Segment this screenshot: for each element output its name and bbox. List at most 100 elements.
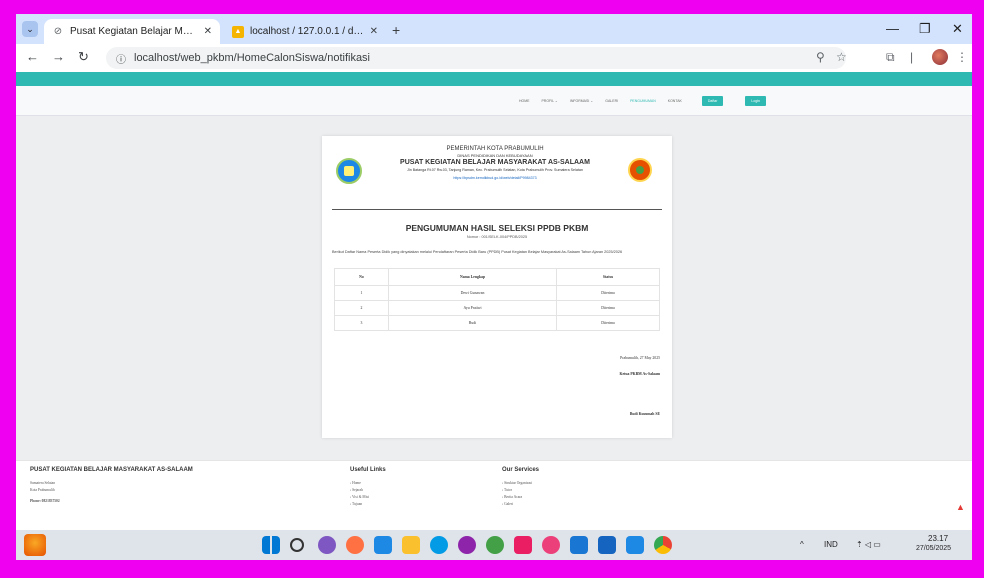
language-indicator[interactable]: IND: [824, 540, 838, 549]
site-info-icon[interactable]: ⓘ: [116, 51, 126, 66]
header-nama: Nama Lengkap: [388, 268, 557, 286]
close-window-button[interactable]: ✕: [952, 21, 963, 37]
nav-informasi[interactable]: INFORMASI ⌄: [570, 99, 593, 103]
city-logo: [336, 158, 362, 184]
footer-link-tujuan[interactable]: › Tujuan: [350, 502, 362, 506]
scroll-to-top-icon[interactable]: ▲: [956, 502, 965, 512]
announcement-document: PEMERINTAH KOTA PRABUMULIH DINAS PENDIDI…: [322, 136, 672, 438]
cell-status: Diterima: [556, 300, 660, 316]
site-navbar: HOME PROFIL ⌄ INFORMASI ⌄ GALERI PENGUMU…: [16, 86, 972, 116]
pkbm-logo: [628, 158, 652, 182]
nav-profil[interactable]: PROFIL ⌄: [541, 99, 557, 103]
extensions-icon[interactable]: ⧉: [886, 50, 895, 65]
app-icon[interactable]: [458, 536, 476, 554]
app-icon[interactable]: [514, 536, 532, 554]
minimize-button[interactable]: —: [886, 21, 899, 36]
forward-arrow-icon[interactable]: →: [52, 49, 65, 64]
tab-strip: ⌄ ⊘ Pusat Kegiatan Belajar Masyara ✕ ▲ l…: [16, 14, 972, 44]
visual-studio-icon[interactable]: [598, 536, 616, 554]
header-no: No: [334, 268, 389, 286]
letterhead-text: PEMERINTAH KOTA PRABUMULIH DINAS PENDIDI…: [372, 146, 618, 180]
cell-nama: Budi: [388, 315, 557, 331]
clock-date[interactable]: 27/05/2025: [916, 545, 951, 552]
close-tab-icon[interactable]: ✕: [370, 26, 378, 37]
tab-phpmyadmin[interactable]: ▲ localhost / 127.0.0.1 / db_pkbm ✕: [224, 19, 386, 44]
browser-toolbar: ← → ↻ ⓘ localhost/web_pkbm/HomeCalonSisw…: [16, 44, 972, 72]
firefox-icon[interactable]: [346, 536, 364, 554]
signature-title: Ketua PKBM As-Salaam: [619, 372, 661, 376]
profile-avatar[interactable]: [932, 49, 948, 65]
tab-title: localhost / 127.0.0.1 / db_pkbm: [250, 26, 364, 37]
document-intro: Berikut Daftar Nama Peserta Didik yang d…: [332, 250, 623, 254]
bookmark-star-icon[interactable]: ☆: [836, 50, 847, 64]
footer-service[interactable]: › Berita Acara: [502, 495, 522, 499]
letterhead: PEMERINTAH KOTA PRABUMULIH DINAS PENDIDI…: [332, 136, 662, 210]
kop-line-2: DINAS PENDIDIKAN DAN KEBUDAYAAN: [457, 153, 533, 158]
table-header-row: No Nama Lengkap Status: [334, 268, 660, 286]
app-icon[interactable]: [542, 536, 560, 554]
edge-icon[interactable]: [430, 536, 448, 554]
windows-taskbar: ^ IND ⇡ ◁ ▭ 23.17 27/05/2025: [16, 530, 972, 560]
table-row: 1 Dewi Gunawan Diterima: [334, 285, 660, 301]
signature-name: Budi Kusumah SE: [629, 412, 660, 416]
footer-service[interactable]: › Tutor: [502, 488, 512, 492]
back-arrow-icon[interactable]: ←: [26, 49, 39, 64]
cell-no: 1: [334, 285, 389, 301]
tab-pkbm[interactable]: ⊘ Pusat Kegiatan Belajar Masyara ✕: [44, 19, 220, 44]
header-status: Status: [556, 268, 660, 286]
zoom-icon[interactable]: ⚲: [816, 50, 825, 64]
new-tab-button[interactable]: +: [392, 22, 400, 38]
cell-status: Diterima: [556, 315, 660, 331]
results-table: No Nama Lengkap Status 1 Dewi Gunawan Di…: [334, 268, 660, 331]
file-explorer-icon[interactable]: [402, 536, 420, 554]
login-button[interactable]: Login: [745, 95, 766, 106]
tray-chevron-icon[interactable]: ^: [800, 540, 804, 549]
web-page: HOME PROFIL ⌄ INFORMASI ⌄ GALERI PENGUMU…: [16, 72, 972, 530]
nav-pengumuman[interactable]: PENGUMUMAN: [630, 99, 656, 103]
footer-link-sejarah[interactable]: › Sejarah: [350, 488, 363, 492]
search-icon[interactable]: [290, 538, 304, 552]
globe-icon: ⊘: [53, 25, 63, 37]
services-title: Our Services: [502, 467, 540, 473]
notepad-icon[interactable]: [626, 536, 644, 554]
word-icon[interactable]: [374, 536, 392, 554]
kop-line-3: PUSAT KEGIATAN BELAJAR MASYARAKAT AS-SAL…: [400, 159, 590, 166]
maximize-button[interactable]: ❐: [919, 21, 931, 37]
footer-service[interactable]: › Struktur Organisasi: [502, 481, 532, 485]
document-title: PENGUMUMAN HASIL SELEKSI PPDB PKBM: [405, 223, 589, 233]
cell-no: 2: [334, 300, 389, 316]
nav-galeri[interactable]: GALERI: [605, 99, 618, 103]
screen: ⌄ ⊘ Pusat Kegiatan Belajar Masyara ✕ ▲ l…: [16, 14, 972, 560]
table-row: 2 Ayu Pratiwi Diterima: [334, 300, 660, 316]
footer-service[interactable]: › Galeri: [502, 502, 513, 506]
tab-title: Pusat Kegiatan Belajar Masyara: [70, 26, 198, 37]
document-number: Nomor : 001/SELK-004/PPDB/2025: [466, 235, 528, 239]
top-accent-bar: [16, 72, 972, 86]
nav-home[interactable]: HOME: [519, 99, 530, 103]
close-tab-icon[interactable]: ✕: [204, 26, 212, 37]
widgets-icon[interactable]: [24, 534, 46, 556]
daftar-button[interactable]: Daftar: [701, 95, 724, 106]
tray-network-volume-battery-icons[interactable]: ⇡ ◁ ▭: [856, 540, 881, 549]
clock-time[interactable]: 23.17: [928, 534, 948, 543]
cell-status: Diterima: [556, 285, 660, 301]
vscode-icon[interactable]: [570, 536, 588, 554]
windows-start-icon[interactable]: [262, 536, 280, 554]
table-row: 3 Budi Diterima: [334, 315, 660, 331]
nav-kontak[interactable]: KONTAK: [668, 99, 682, 103]
whatsapp-icon[interactable]: [486, 536, 504, 554]
cell-nama: Dewi Gunawan: [388, 285, 557, 301]
address-bar[interactable]: ⓘ localhost/web_pkbm/HomeCalonSiswa/noti…: [106, 47, 846, 69]
separator: |: [910, 50, 914, 64]
footer-link-home[interactable]: › Home: [350, 481, 361, 485]
kop-link[interactable]: https://bpsdm.kemdikbud.go.id/web/detail…: [372, 176, 618, 180]
reload-icon[interactable]: ↻: [78, 49, 89, 65]
database-icon: ▲: [232, 25, 244, 38]
footer-phone: Phone: 0821837502: [30, 499, 60, 503]
chrome-icon[interactable]: [654, 536, 672, 554]
footer-link-visi-misi[interactable]: › Visi & Misi: [350, 495, 369, 499]
useful-links-title: Useful Links: [350, 467, 386, 473]
app-icon[interactable]: [318, 536, 336, 554]
tab-search-icon[interactable]: ⌄: [22, 21, 38, 37]
menu-kebab-icon[interactable]: ⋮: [956, 50, 968, 64]
